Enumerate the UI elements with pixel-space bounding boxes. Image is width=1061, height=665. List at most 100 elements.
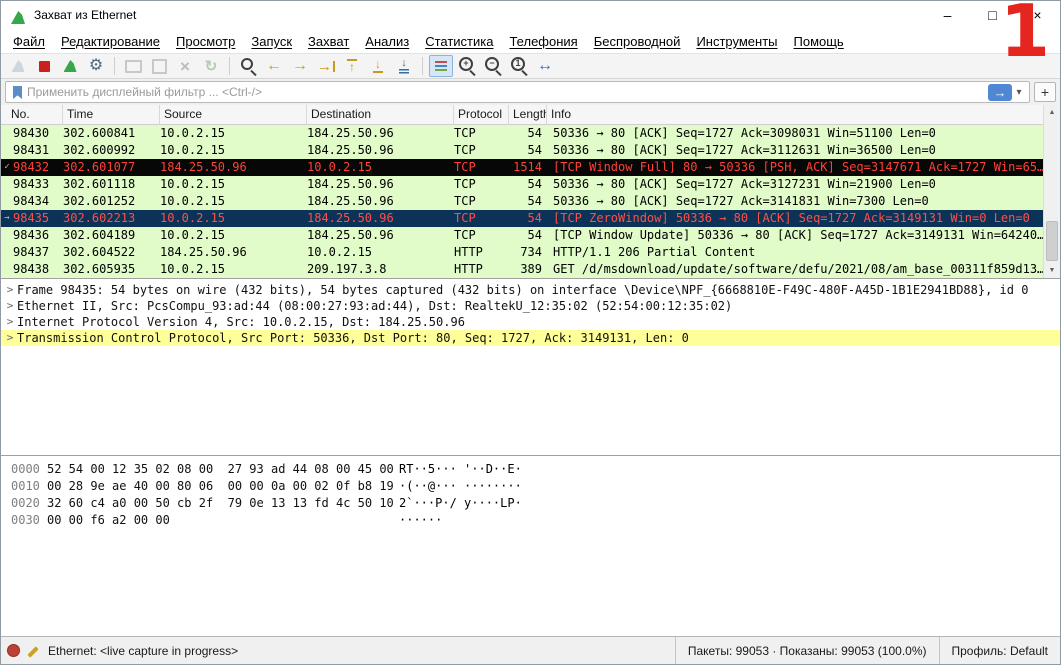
profile-text[interactable]: Профиль: Default [938,637,1061,664]
display-filter-input[interactable] [25,84,988,100]
menu-help[interactable]: Помощь [786,31,852,52]
row-marker-icon: → [4,213,10,223]
zoom-out-icon[interactable] [481,55,505,77]
menu-edit[interactable]: Редактирование [53,31,168,52]
menu-view[interactable]: Просмотр [168,31,243,52]
menu-statistics[interactable]: Статистика [417,31,501,52]
expert-info-icon[interactable] [7,644,20,657]
column-header-protocol[interactable]: Protocol [454,105,509,125]
save-file-icon[interactable] [147,55,171,77]
menu-analyze[interactable]: Анализ [357,31,417,52]
zoom-reset-icon[interactable] [507,55,531,77]
packet-row-98437[interactable]: 98437 302.604522 184.25.50.96 10.0.2.15 HTTP… [1,244,1043,261]
menu-file[interactable]: Файл [5,31,53,52]
expand-chevron-icon[interactable]: > [3,314,17,330]
packet-row-98433[interactable]: 98433 302.601118 10.0.2.15 184.25.50.96 TCP 5… [1,176,1043,193]
zoom-in-icon[interactable] [455,55,479,77]
resize-columns-icon[interactable] [533,55,557,77]
cell-protocol: TCP [454,143,476,157]
row-marker-icon [1,193,13,210]
scrollbar-track[interactable] [1044,120,1060,263]
packet-row-98431[interactable]: 98431 302.600992 10.0.2.15 184.25.50.96 TCP 5… [1,142,1043,159]
packet-row-98438[interactable]: 98438 302.605935 10.0.2.15 209.197.3.8 HTTP 3… [1,261,1043,278]
capture-options-icon[interactable] [84,55,108,77]
packet-row-98436[interactable]: 98436 302.604189 10.0.2.15 184.25.50.96 TCP 5… [1,227,1043,244]
menu-tools[interactable]: Инструменты [688,31,785,52]
expand-chevron-icon[interactable]: > [3,330,17,346]
detail-line-4[interactable]: > Transmission Control Protocol, Src Port… [1,330,1060,346]
menu-wireless[interactable]: Беспроводной [586,31,689,52]
close-file-icon[interactable] [173,55,197,77]
cell-source: 10.0.2.15 [160,194,226,208]
packet-row-98430[interactable]: 98430 302.600841 10.0.2.15 184.25.50.96 TCP 5… [1,125,1043,142]
hex-row-0000[interactable]: 0000 52 54 00 12 35 02 08 00 27 93 ad 44 … [1,461,1060,478]
hex-row-0020[interactable]: 0020 32 60 c4 a0 00 50 cb 2f 79 0e 13 13 … [1,495,1060,512]
expand-chevron-icon[interactable]: > [3,282,17,298]
column-header-source[interactable]: Source [160,105,307,125]
go-forward-icon[interactable] [288,55,312,77]
minimize-button[interactable]: – [925,1,970,29]
scroll-down-icon[interactable]: ▼ [1044,263,1060,278]
stop-capture-icon[interactable] [32,55,56,77]
column-header-info[interactable]: Info [547,105,1043,125]
row-marker-icon [1,261,13,278]
hex-bytes[interactable]: 32 60 c4 a0 00 50 cb 2f 79 0e 13 13 fd 4… [47,495,399,512]
hex-bytes[interactable]: 00 00 f6 a2 00 00 [47,512,399,529]
row-marker-icon [1,125,13,142]
detail-line-3[interactable]: > Internet Protocol Version 4, Src: 10.0.… [1,314,1060,330]
hex-row-0030[interactable]: 0030 00 00 f6 a2 00 00 ······ [1,512,1060,529]
scrollbar-thumb[interactable] [1046,221,1058,261]
filter-bookmark-icon[interactable] [9,85,25,99]
menu-telephony[interactable]: Телефония [501,31,585,52]
add-filter-button[interactable]: + [1034,82,1056,102]
hex-bytes[interactable]: 52 54 00 12 35 02 08 00 27 93 ad 44 08 0… [47,461,399,478]
open-file-icon[interactable] [121,55,145,77]
autoscroll-icon[interactable] [392,55,416,77]
detail-text: Ethernet II, Src: PcsCompu_93:ad:44 (08:… [17,299,733,313]
capture-comment-icon[interactable] [26,644,40,658]
scroll-up-icon[interactable]: ▲ [1044,105,1060,120]
cell-time: 302.604522 [63,245,136,259]
detail-line-2[interactable]: > Ethernet II, Src: PcsCompu_93:ad:44 (08… [1,298,1060,314]
close-button[interactable]: × [1015,1,1060,29]
wireshark-window: Захват из Ethernet – □ × 1 Файл Редактиро… [0,0,1061,665]
menu-capture[interactable]: Захват [300,31,357,52]
packet-row-98435[interactable]: → 98435 302.602213 10.0.2.15 184.25.50.96 TCP… [1,210,1043,227]
filter-dropdown-icon[interactable]: ▾ [1012,87,1026,98]
start-capture-icon[interactable] [6,55,30,77]
column-header-no[interactable]: No. [1,105,63,125]
hex-ascii[interactable]: RT··5··· '··D··E· [399,461,1060,478]
packet-row-98432[interactable]: ✓ 98432 302.601077 184.25.50.96 10.0.2.15 TCP… [1,159,1043,176]
go-to-packet-icon[interactable] [314,55,338,77]
cell-time: 302.605935 [63,262,136,276]
hex-ascii[interactable]: ·(··@··· ········ [399,478,1060,495]
cell-source: 184.25.50.96 [160,245,247,259]
cell-info: 50336 → 80 [ACK] Seq=1727 Ack=3141831 Wi… [553,194,929,208]
cell-info: 50336 → 80 [ACK] Seq=1727 Ack=3098031 Wi… [553,126,936,140]
detail-line-1[interactable]: > Frame 98435: 54 bytes on wire (432 bits… [1,282,1060,298]
expand-chevron-icon[interactable]: > [3,298,17,314]
hex-offset: 0020 [11,496,40,510]
colorize-icon[interactable] [429,55,453,77]
column-header-destination[interactable]: Destination [307,105,454,125]
packet-list-scrollbar[interactable]: ▲ ▼ [1043,105,1060,278]
hex-bytes[interactable]: 00 28 9e ae 40 00 80 06 00 00 0a 00 02 0… [47,478,399,495]
menu-go[interactable]: Запуск [243,31,300,52]
hex-ascii[interactable]: ······ [399,512,1060,529]
packet-row-98434[interactable]: 98434 302.601252 10.0.2.15 184.25.50.96 TCP 5… [1,193,1043,210]
hex-row-0010[interactable]: 0010 00 28 9e ae 40 00 80 06 00 00 0a 00 … [1,478,1060,495]
go-first-icon[interactable] [340,55,364,77]
cell-no: 98437 [13,245,50,259]
find-packet-icon[interactable] [236,55,260,77]
go-back-icon[interactable] [262,55,286,77]
restart-capture-icon[interactable] [58,55,82,77]
cell-no: 98432 [13,160,50,174]
maximize-button[interactable]: □ [970,1,1015,29]
reload-file-icon[interactable] [199,55,223,77]
apply-filter-button[interactable]: → [988,83,1012,101]
go-last-icon[interactable] [366,55,390,77]
column-header-length[interactable]: Length [509,105,547,125]
hex-ascii[interactable]: 2`···P·/ y····LP· [399,495,1060,512]
cell-length: 54 [527,177,542,191]
column-header-time[interactable]: Time [63,105,160,125]
